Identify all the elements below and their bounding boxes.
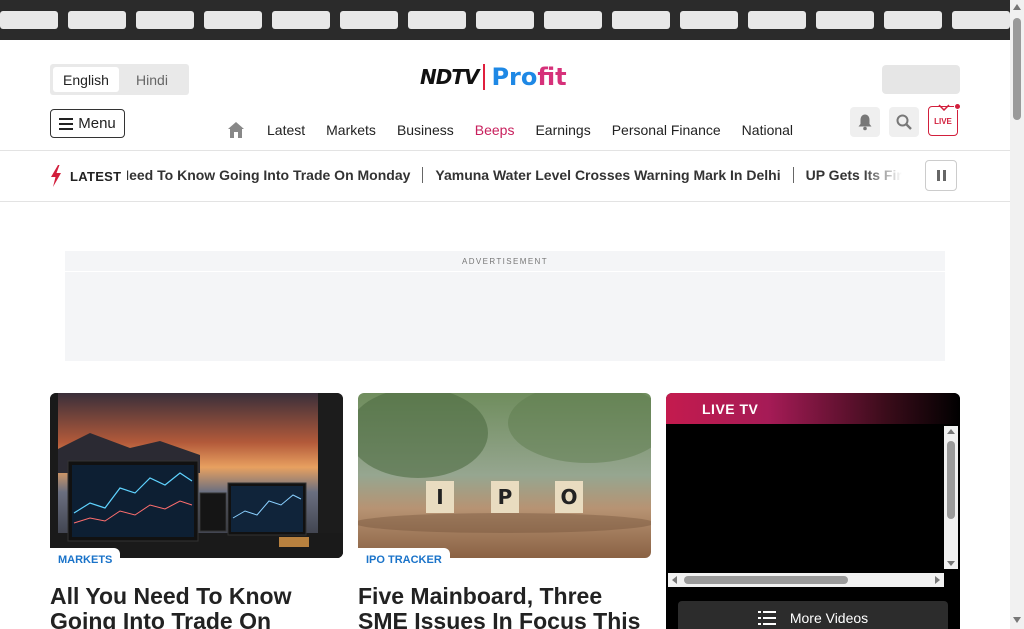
top-market-strip [0, 0, 1010, 40]
hamburger-icon [59, 117, 74, 130]
strip-placeholder [136, 11, 194, 29]
nav-personal-finance[interactable]: Personal Finance [612, 122, 721, 138]
live-label: LIVE [934, 116, 952, 126]
scroll-up-arrow-icon[interactable] [1013, 4, 1021, 10]
more-videos-button[interactable]: More Videos [678, 601, 948, 629]
nav-national[interactable]: National [742, 122, 793, 138]
advertisement-slot[interactable]: ADVERTISEMENT [65, 251, 945, 361]
news-card-title[interactable]: Five Mainboard, Three SME Issues In Focu… [358, 584, 651, 629]
ticker-separator [422, 167, 424, 183]
menu-label: Menu [78, 115, 116, 132]
ticker-item[interactable]: Need To Know Going Into Trade On Monday [127, 167, 410, 183]
scroll-thumb[interactable] [684, 576, 848, 584]
flash-icon [51, 165, 61, 187]
news-card-title[interactable]: All You Need To Know Going Into Trade On [50, 584, 343, 629]
scroll-down-arrow-icon[interactable] [947, 561, 955, 566]
search-icon [896, 114, 912, 130]
more-videos-label: More Videos [789, 610, 869, 626]
ticker-separator [792, 167, 794, 183]
player-vertical-scrollbar[interactable] [944, 426, 958, 569]
login-placeholder[interactable] [882, 65, 960, 94]
scroll-up-arrow-icon[interactable] [947, 429, 955, 434]
pause-icon [936, 170, 940, 181]
latest-label-text: LATEST [70, 168, 122, 184]
scroll-right-arrow-icon[interactable] [935, 576, 940, 584]
strip-placeholder [544, 11, 602, 29]
latest-label: LATEST [50, 165, 121, 187]
pause-icon [942, 170, 946, 181]
live-tv-widget: LIVE TV More Videos [666, 393, 960, 629]
news-card-image[interactable]: I P O [358, 393, 651, 558]
language-hindi[interactable]: Hindi [119, 67, 185, 92]
strip-placeholder [748, 11, 806, 29]
live-tv-header: LIVE TV [666, 393, 960, 424]
logo-profit-b: fit [537, 63, 567, 91]
nav-latest[interactable]: Latest [267, 122, 305, 138]
scroll-left-arrow-icon[interactable] [672, 576, 677, 584]
strip-placeholder [408, 11, 466, 29]
site-logo[interactable]: NDTV Profit [420, 62, 567, 92]
nav-earnings[interactable]: Earnings [535, 122, 590, 138]
strip-placeholder [476, 11, 534, 29]
player-horizontal-scrollbar[interactable] [668, 573, 944, 587]
page-scrollbar[interactable] [1010, 0, 1024, 629]
news-card-tag[interactable]: MARKETS [50, 548, 121, 568]
home-icon[interactable] [227, 121, 245, 139]
header-divider [0, 150, 1010, 151]
strip-placeholder [816, 11, 874, 29]
search-button[interactable] [889, 107, 919, 137]
strip-placeholder [0, 11, 58, 29]
logo-profit-a: Pro [491, 63, 538, 91]
scroll-thumb[interactable] [947, 441, 955, 519]
language-switch: English Hindi [50, 64, 189, 95]
nav-beeps[interactable]: Beeps [475, 122, 515, 138]
news-card-markets[interactable]: MARKETS All You Need To Know Going Into … [50, 393, 343, 629]
live-tv-button[interactable]: LIVE [928, 103, 961, 136]
news-card-ipo[interactable]: I P O IPO TRACKER Five Mainboard, Three … [358, 393, 651, 629]
nav-markets[interactable]: Markets [326, 122, 376, 138]
logo-ndtv: NDTV [420, 65, 479, 89]
strip-placeholder [884, 11, 942, 29]
strip-placeholder [680, 11, 738, 29]
news-card-image[interactable] [50, 393, 343, 558]
nav-business[interactable]: Business [397, 122, 454, 138]
ticker-divider [0, 201, 1010, 202]
strip-placeholder [952, 11, 1010, 29]
logo-profit: Profit [491, 63, 566, 91]
list-icon [757, 611, 776, 625]
bell-icon [858, 114, 872, 131]
strip-placeholder [612, 11, 670, 29]
ticker-track: Need To Know Going Into Trade On Monday … [127, 167, 902, 183]
strip-placeholder [68, 11, 126, 29]
ticker-pause-button[interactable] [925, 160, 957, 191]
logo-divider [483, 64, 486, 90]
live-tv-player[interactable] [666, 424, 944, 573]
advertisement-rule [65, 271, 945, 272]
advertisement-label: ADVERTISEMENT [461, 257, 549, 266]
notifications-button[interactable] [850, 107, 880, 137]
ipo-tile: I [436, 485, 444, 509]
strip-placeholder [340, 11, 398, 29]
live-dot [954, 103, 961, 110]
ipo-tile: P [497, 485, 513, 509]
main-nav: Latest Markets Business Beeps Earnings P… [225, 118, 814, 142]
strip-placeholder [204, 11, 262, 29]
page: English Hindi NDTV Profit Menu Latest Ma… [0, 0, 1024, 629]
ticker-item[interactable]: Yamuna Water Level Crosses Warning Mark … [435, 167, 780, 183]
ipo-tile: O [560, 485, 578, 509]
scroll-thumb[interactable] [1013, 18, 1021, 120]
news-card-tag[interactable]: IPO TRACKER [358, 548, 450, 568]
live-tv-icon [938, 104, 950, 111]
ticker-fade [862, 162, 902, 190]
live-tv-title: LIVE TV [702, 400, 759, 417]
menu-button[interactable]: Menu [50, 109, 125, 138]
strip-placeholder [272, 11, 330, 29]
scroll-down-arrow-icon[interactable] [1013, 617, 1021, 623]
language-english[interactable]: English [53, 67, 119, 92]
latest-ticker: Need To Know Going Into Trade On Monday … [127, 162, 902, 190]
